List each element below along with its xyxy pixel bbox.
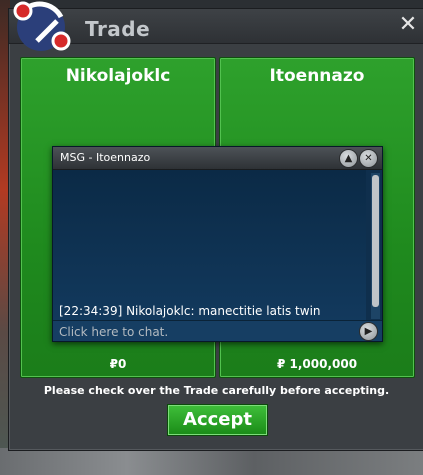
left-player-money: ₽0 <box>109 357 127 371</box>
trade-titlebar[interactable]: Trade ✕ <box>9 1 423 51</box>
close-chat-icon[interactable]: ✕ <box>359 149 378 168</box>
trade-notice: Please check over the Trade carefully be… <box>43 384 390 397</box>
left-player-name: Nikolajoklc <box>65 66 171 86</box>
right-player-money: ₽ 1,000,000 <box>276 357 358 371</box>
chat-scrollbar[interactable] <box>371 173 380 319</box>
accept-button[interactable]: Accept <box>167 404 268 436</box>
scroll-up-icon[interactable]: ▲ <box>339 149 358 168</box>
chat-input[interactable]: Click here to chat. ▶ <box>53 320 382 341</box>
chat-scroll-thumb[interactable] <box>372 175 379 307</box>
chat-header[interactable]: MSG - Itoennazo ▲ ✕ <box>53 147 382 170</box>
chat-messages: [22:34:39] Nikolajoklc: manectitie latis… <box>53 170 366 333</box>
send-arrow-icon[interactable]: ▶ <box>359 322 378 341</box>
trade-logo-icon <box>13 1 71 51</box>
chat-window: MSG - Itoennazo ▲ ✕ [22:34:39] Nikolajok… <box>52 146 383 342</box>
close-icon[interactable]: ✕ <box>398 14 418 36</box>
trade-title: Trade <box>85 17 151 41</box>
game-background-bottom <box>0 448 423 475</box>
chat-title: MSG - Itoennazo <box>60 151 151 164</box>
chat-input-placeholder: Click here to chat. <box>59 325 169 339</box>
right-player-name: Itoennazo <box>269 66 365 86</box>
trade-window: Trade ✕ Nikolajoklc ₽0 Itoennazo ₽ 1,000… <box>8 1 423 451</box>
